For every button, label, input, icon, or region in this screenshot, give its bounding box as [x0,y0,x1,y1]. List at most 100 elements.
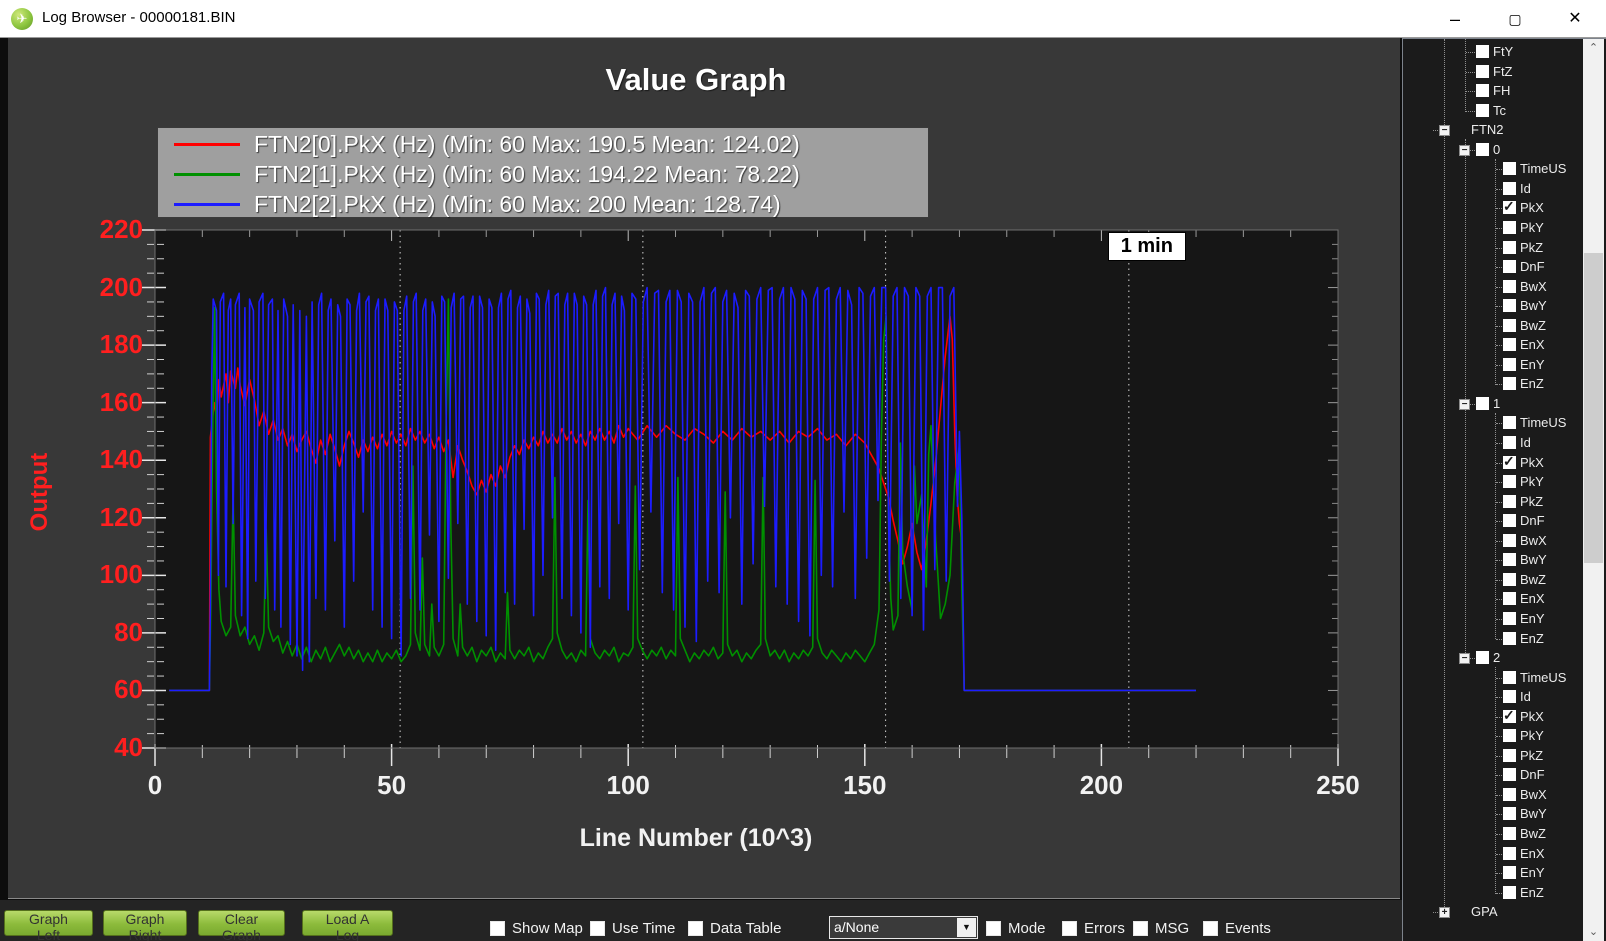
tree-label[interactable]: BwZ [1520,318,1546,333]
tree-checkbox-pkz[interactable] [1503,241,1516,254]
tree-label[interactable]: PkX [1520,455,1544,470]
tree-checkbox-bwx[interactable] [1503,534,1516,547]
tree-checkbox-dnf[interactable] [1503,260,1516,273]
tree-label[interactable]: Tc [1493,103,1506,118]
tree-label[interactable]: Id [1520,689,1531,704]
tree-label[interactable]: BwX [1520,279,1547,294]
minimize-button[interactable]: – [1432,0,1478,38]
checkbox-show-map[interactable]: Show Map [490,920,583,938]
tree-label[interactable]: EnZ [1520,631,1544,646]
checkbox-box[interactable] [490,921,505,936]
tree-label[interactable]: PkZ [1520,748,1543,763]
tree-label[interactable]: FtZ [1493,64,1513,79]
collapse-icon[interactable]: − [1459,145,1470,156]
tree-label[interactable]: EnZ [1520,885,1544,900]
checkbox-msg[interactable]: MSG [1133,920,1189,938]
checkbox-use-time[interactable]: Use Time [590,920,675,938]
tree-checkbox-eny[interactable] [1503,612,1516,625]
tree-label[interactable]: PkZ [1520,494,1543,509]
tree-label[interactable]: BwZ [1520,826,1546,841]
tree-checkbox-timeus[interactable] [1503,416,1516,429]
tree-checkbox-eny[interactable] [1503,358,1516,371]
plot-canvas[interactable] [8,38,1400,899]
collapse-icon[interactable]: − [1459,653,1470,664]
tree-checkbox-enz[interactable] [1503,377,1516,390]
tree-label[interactable]: EnX [1520,591,1545,606]
tree-label[interactable]: Id [1520,181,1531,196]
tree-checkbox-bwz[interactable] [1503,319,1516,332]
tree-label[interactable]: 0 [1493,142,1500,157]
tree-checkbox-pky[interactable] [1503,729,1516,742]
scrollbar-up-icon[interactable]: ⌃ [1583,39,1604,57]
tree-label[interactable]: DnF [1520,259,1545,274]
tree-checkbox-bwx[interactable] [1503,280,1516,293]
tree-checkbox-pkz[interactable] [1503,749,1516,762]
tree-label[interactable]: 2 [1493,650,1500,665]
tree-checkbox-enz[interactable] [1503,886,1516,899]
checkbox-box[interactable] [986,921,1001,936]
tree-label[interactable]: BwY [1520,806,1547,821]
tree-checkbox-pkx[interactable]: ✓ [1503,710,1516,723]
checkbox-box[interactable] [1062,921,1077,936]
tree-label[interactable]: PkZ [1520,240,1543,255]
tree-checkbox-pkz[interactable] [1503,495,1516,508]
close-button[interactable]: ✕ [1552,0,1598,38]
checkbox-box[interactable] [1133,921,1148,936]
checkbox-data-table[interactable]: Data Table [688,920,781,938]
tree-checkbox-bwy[interactable] [1503,553,1516,566]
graph-source-dropdown[interactable]: a/None▼ [829,916,978,939]
tree-label[interactable]: TimeUS [1520,415,1566,430]
tree-checkbox-ftz[interactable] [1476,65,1489,78]
tree-label[interactable]: PkY [1520,220,1544,235]
tree-label[interactable]: 1 [1493,396,1500,411]
tree-label[interactable]: Id [1520,435,1531,450]
tree-label[interactable]: TimeUS [1520,670,1566,685]
tree-checkbox-dnf[interactable] [1503,768,1516,781]
graph-left-button[interactable]: Graph Left [4,910,93,936]
tree-label[interactable]: EnY [1520,865,1545,880]
tree-checkbox-id[interactable] [1503,436,1516,449]
collapse-icon[interactable]: − [1459,399,1470,410]
tree-label[interactable]: EnY [1520,611,1545,626]
tree-label[interactable]: BwZ [1520,572,1546,587]
checkbox-box[interactable] [590,921,605,936]
tree-checkbox-bwy[interactable] [1503,807,1516,820]
tree-checkbox-id[interactable] [1503,182,1516,195]
maximize-button[interactable]: ▢ [1492,0,1538,38]
scrollbar-thumb[interactable] [1584,253,1603,563]
tree-label[interactable]: GPA [1471,904,1498,919]
clear-graph-button[interactable]: Clear Graph [198,910,285,936]
tree-checkbox-bwz[interactable] [1503,573,1516,586]
tree-label[interactable]: FH [1493,83,1510,98]
tree-label[interactable]: BwX [1520,787,1547,802]
tree-label[interactable]: PkY [1520,474,1544,489]
tree-checkbox-bwy[interactable] [1503,299,1516,312]
checkbox-errors[interactable]: Errors [1062,920,1125,938]
tree-label[interactable]: DnF [1520,513,1545,528]
tree-checkbox-enx[interactable] [1503,847,1516,860]
tree-checkbox-eny[interactable] [1503,866,1516,879]
tree-label[interactable]: BwY [1520,552,1547,567]
checkbox-events[interactable]: Events [1203,920,1271,938]
scrollbar-down-icon[interactable]: ⌄ [1583,923,1604,941]
dropdown-arrow-icon[interactable]: ▼ [957,918,976,937]
tree-label[interactable]: EnY [1520,357,1545,372]
load-a-log-button[interactable]: Load A Log [302,910,393,936]
tree-checkbox-2[interactable] [1476,651,1489,664]
tree-label[interactable]: PkX [1520,709,1544,724]
tree-label[interactable]: EnX [1520,846,1545,861]
tree-checkbox-enz[interactable] [1503,632,1516,645]
tree-checkbox-enx[interactable] [1503,592,1516,605]
checkbox-box[interactable] [1203,921,1218,936]
tree-checkbox-dnf[interactable] [1503,514,1516,527]
tree-label[interactable]: DnF [1520,767,1545,782]
expand-icon[interactable]: + [1439,907,1450,918]
graph-right-button[interactable]: Graph Right [103,910,187,936]
tree-label[interactable]: TimeUS [1520,161,1566,176]
tree-checkbox-timeus[interactable] [1503,162,1516,175]
tree-checkbox-pkx[interactable]: ✓ [1503,201,1516,214]
tree-label[interactable]: EnZ [1520,376,1544,391]
tree-scrollbar[interactable]: ⌃ ⌄ [1583,39,1604,941]
tree-checkbox-tc[interactable] [1476,104,1489,117]
tree-label[interactable]: FTN2 [1471,122,1504,137]
